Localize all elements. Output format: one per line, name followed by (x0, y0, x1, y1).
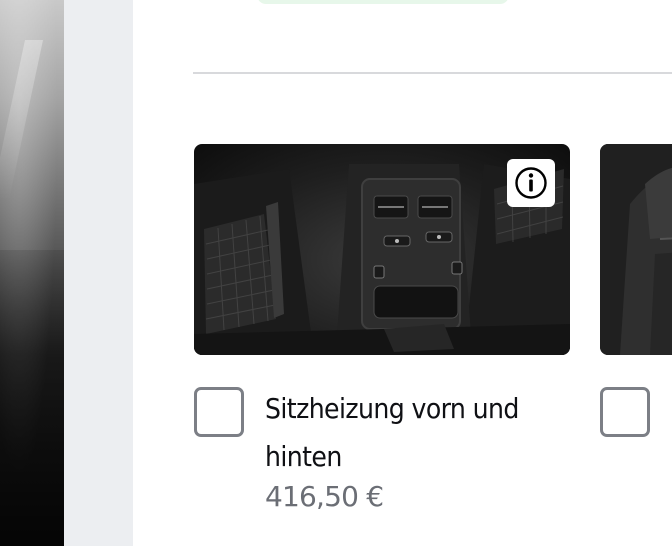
vehicle-interior-background-image (0, 0, 64, 546)
option-image (194, 144, 570, 355)
option-card-2[interactable] (600, 144, 672, 511)
option-price: 416,50 € (265, 480, 384, 513)
option-checkbox[interactable] (194, 387, 244, 437)
seat-shadow (0, 250, 64, 546)
option-title: Sitzheizung vorn und hinten (265, 392, 519, 473)
option-checkbox[interactable] (600, 387, 650, 437)
option-details (600, 371, 672, 511)
options-panel: Sitzheizung vorn und hinten 416,50 € (133, 0, 672, 546)
side-gutter (64, 0, 133, 546)
option-card-seat-heating[interactable]: Sitzheizung vorn und hinten 416,50 € (194, 144, 570, 513)
configurator-page: Sitzheizung vorn und hinten 416,50 € (0, 0, 672, 546)
front-seat-image (600, 144, 672, 355)
option-image (600, 144, 672, 355)
info-icon (515, 167, 547, 199)
section-divider (193, 72, 672, 74)
option-details: Sitzheizung vorn und hinten 416,50 € (194, 371, 570, 513)
info-button[interactable] (507, 159, 555, 207)
seat-highlight (0, 40, 44, 200)
status-banner (257, 0, 509, 4)
